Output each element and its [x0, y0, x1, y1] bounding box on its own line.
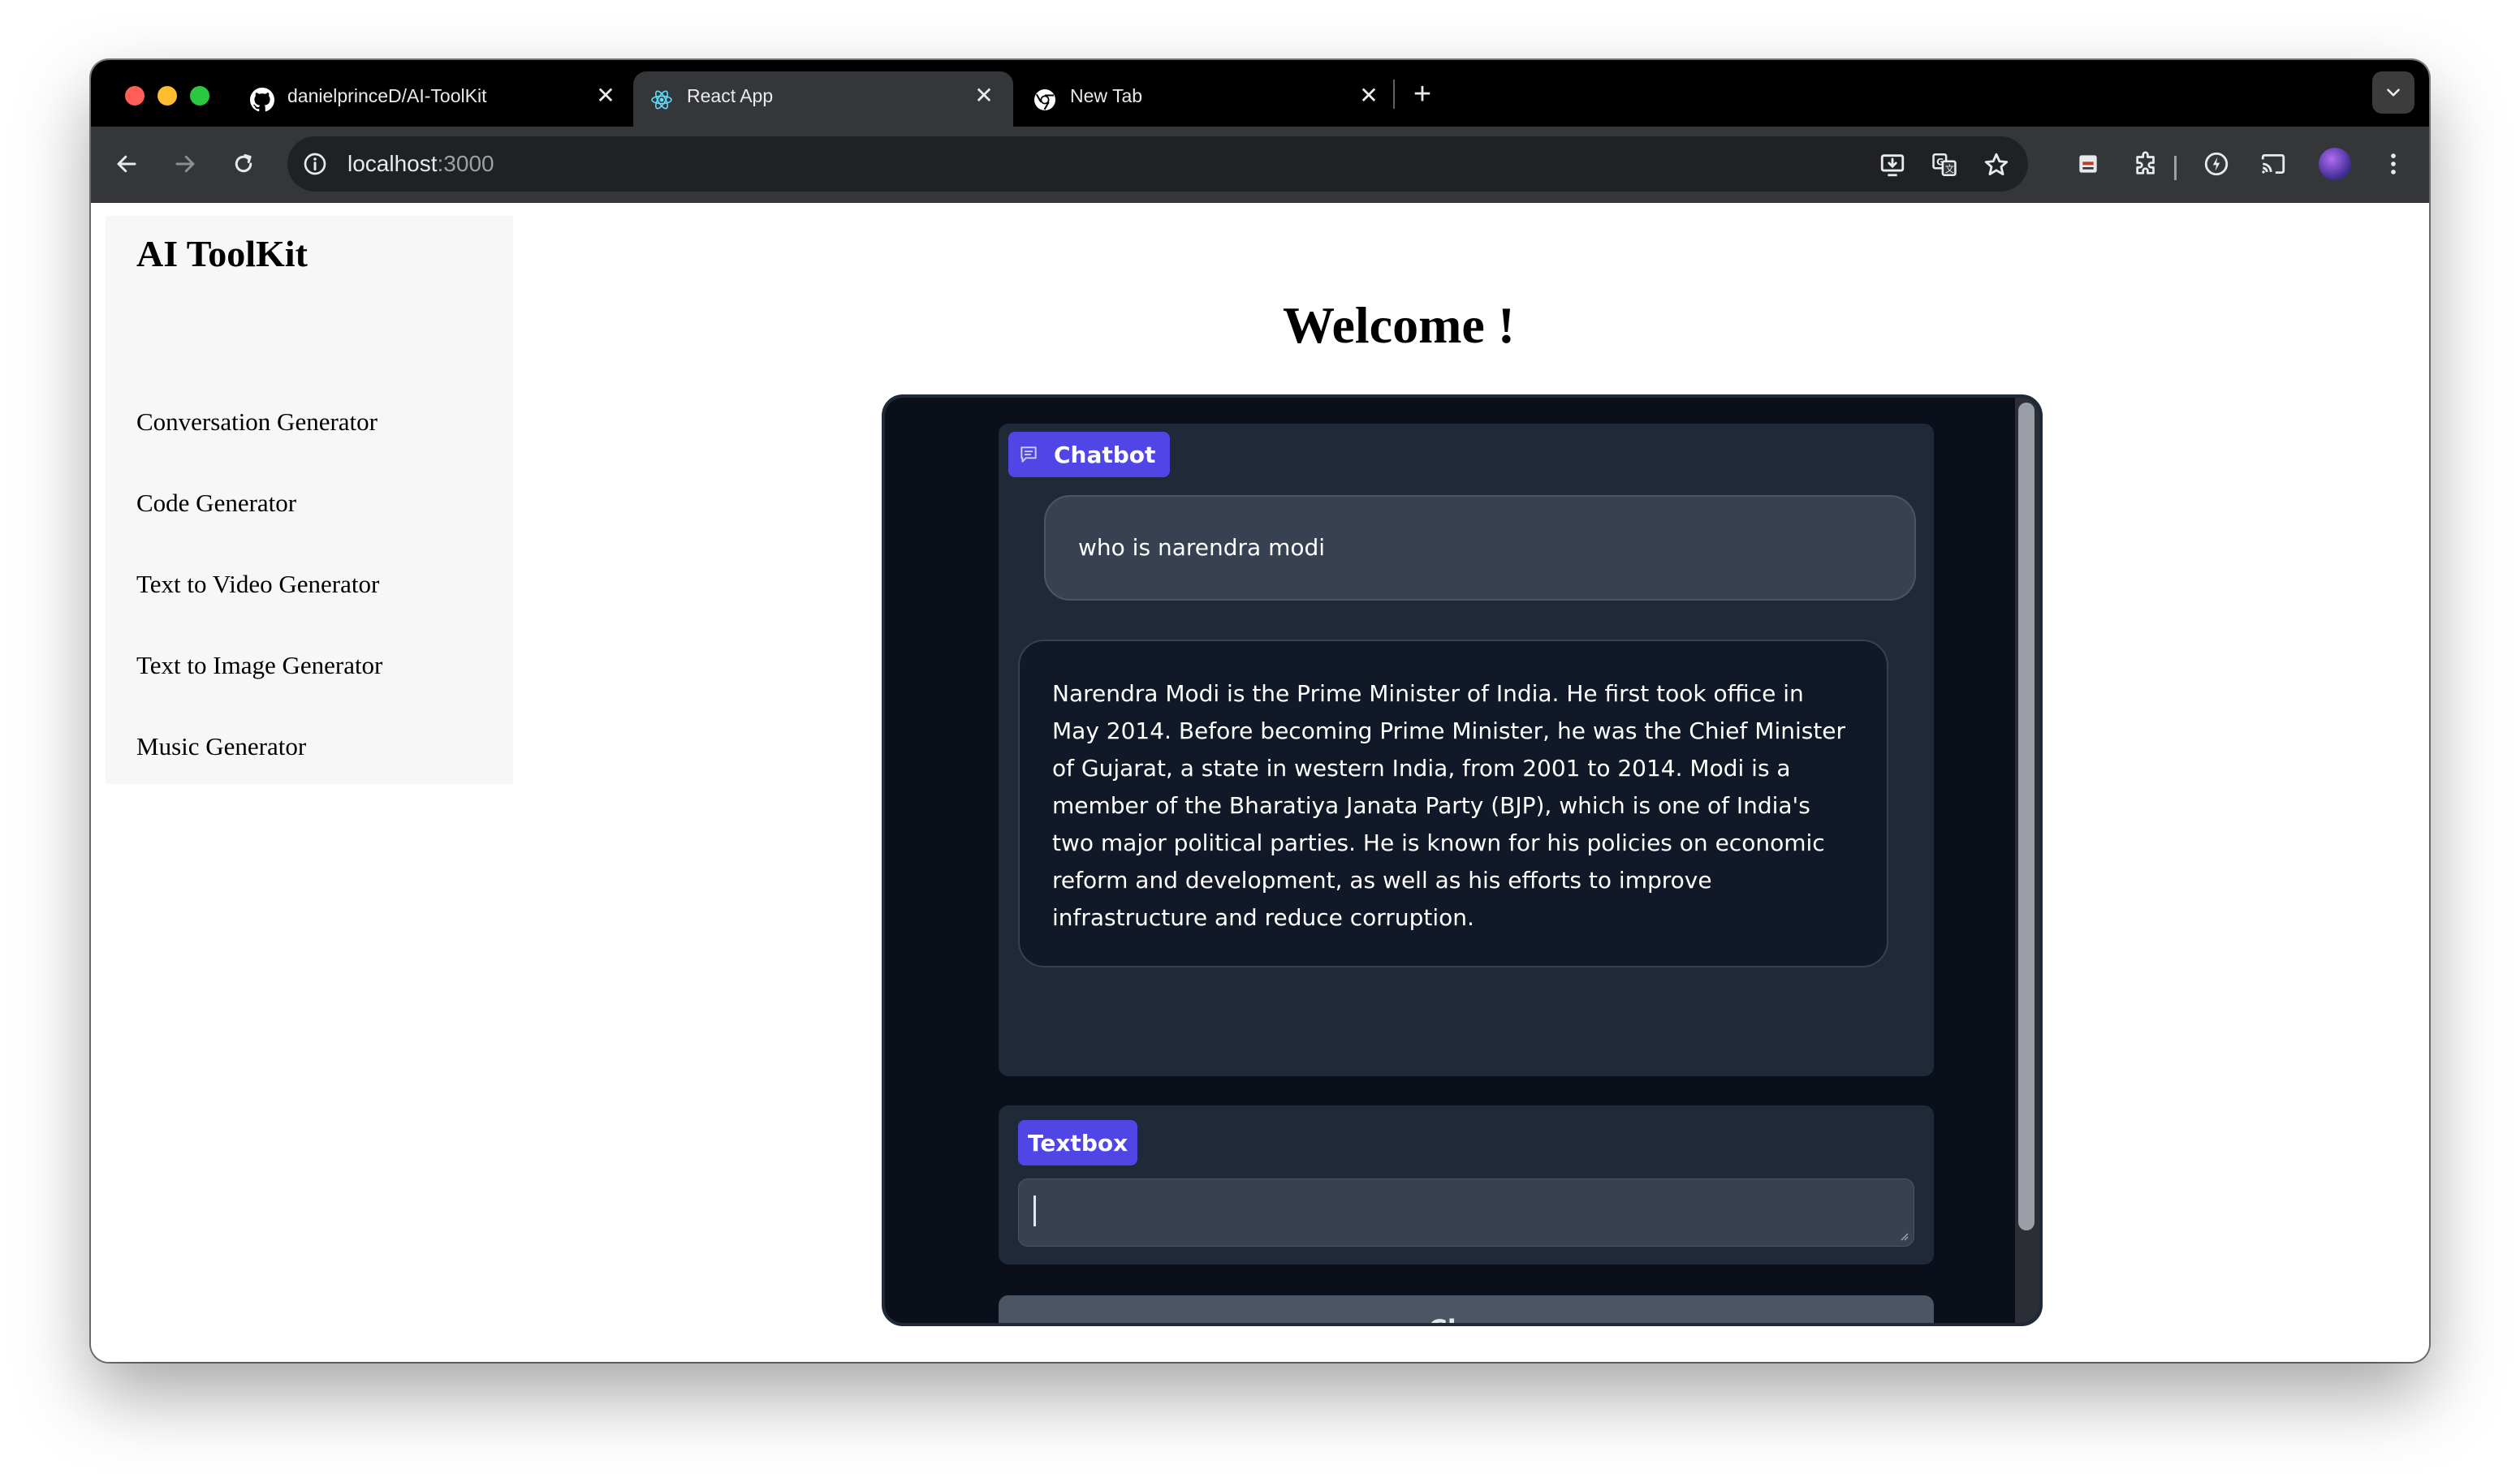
- chat-bubble-icon: [1018, 442, 1042, 467]
- arrow-right-icon: [175, 155, 195, 173]
- more-menu-icon[interactable]: [2379, 149, 2408, 179]
- tab-github[interactable]: danielprinceD/AI-ToolKit ✕: [234, 71, 635, 127]
- chatbot-label-text: Chatbot: [1054, 441, 1156, 468]
- tab-react-app[interactable]: React App ✕: [633, 71, 1013, 127]
- translate-icon[interactable]: G文: [1931, 151, 1958, 179]
- url-host: localhost: [347, 151, 438, 176]
- svg-text:文: 文: [1945, 163, 1954, 174]
- browser-toolbar: localhost:3000 G文: [91, 127, 2429, 203]
- tab-search-button[interactable]: [2372, 71, 2414, 114]
- cast-icon[interactable]: [2259, 149, 2288, 179]
- close-tab-icon[interactable]: ✕: [1357, 84, 1380, 107]
- bot-message: Narendra Modi is the Prime Minister of I…: [1018, 640, 1888, 967]
- text-caret: [1033, 1196, 1036, 1226]
- performance-icon[interactable]: [2202, 149, 2231, 179]
- extension-icon[interactable]: [2073, 149, 2103, 179]
- url-port: :3000: [437, 151, 494, 176]
- sidebar: AI ToolKit Conversation Generator Code G…: [106, 216, 513, 784]
- app-scrollbar[interactable]: [2015, 398, 2039, 1323]
- github-icon: [250, 88, 274, 112]
- reload-icon: [235, 153, 252, 173]
- sidebar-item-text-to-image-generator[interactable]: Text to Image Generator: [136, 651, 382, 680]
- sidebar-item-conversation-generator[interactable]: Conversation Generator: [136, 407, 378, 437]
- page-title: Welcome !: [1283, 296, 1516, 354]
- sidebar-item-music-generator[interactable]: Music Generator: [136, 732, 306, 761]
- maximize-window-button[interactable]: [190, 86, 209, 106]
- textbox-label: Textbox: [1018, 1120, 1138, 1165]
- gradio-app: Chatbot who is narendra modi Narendra Mo…: [882, 394, 2043, 1326]
- tab-strip: danielprinceD/AI-ToolKit ✕ React App ✕ N…: [91, 60, 2429, 127]
- tab-title: danielprinceD/AI-ToolKit: [287, 85, 487, 106]
- chevron-down-icon: [2387, 88, 2400, 97]
- tab-title: React App: [687, 85, 774, 106]
- forward-button[interactable]: [166, 144, 205, 183]
- minimize-window-button[interactable]: [158, 86, 177, 106]
- textbox-panel: Textbox: [999, 1105, 1934, 1264]
- puzzle-icon[interactable]: [2132, 149, 2161, 179]
- bookmark-star-icon[interactable]: [1983, 151, 2010, 179]
- profile-avatar[interactable]: [2319, 148, 2351, 180]
- sidebar-item-text-to-video-generator[interactable]: Text to Video Generator: [136, 570, 379, 599]
- url-text: localhost:3000: [347, 136, 494, 192]
- tab-new-tab[interactable]: New Tab ✕: [1016, 71, 1398, 127]
- clear-button[interactable]: Clear: [999, 1295, 1934, 1323]
- close-window-button[interactable]: [125, 86, 145, 106]
- site-info-icon[interactable]: [302, 151, 328, 177]
- tab-separator: [1393, 80, 1395, 109]
- address-bar[interactable]: localhost:3000 G文: [287, 136, 2028, 192]
- brand-title: AI ToolKit: [136, 233, 308, 274]
- chrome-icon: [1033, 88, 1057, 112]
- sidebar-item-code-generator[interactable]: Code Generator: [136, 489, 296, 518]
- arrow-left-icon: [117, 155, 136, 173]
- new-tab-button[interactable]: +: [1406, 79, 1439, 112]
- user-message: who is narendra modi: [1044, 495, 1916, 601]
- reload-button[interactable]: [224, 144, 263, 183]
- react-icon: [649, 88, 674, 112]
- chatbot-label: Chatbot: [1008, 432, 1171, 477]
- message-input[interactable]: [1018, 1178, 1914, 1247]
- install-app-icon[interactable]: [1879, 151, 1906, 179]
- tab-title: New Tab: [1070, 85, 1143, 106]
- browser-window: danielprinceD/AI-ToolKit ✕ React App ✕ N…: [91, 60, 2429, 1362]
- scrollbar-thumb[interactable]: [2018, 403, 2035, 1230]
- page-content: AI ToolKit Conversation Generator Code G…: [91, 203, 2429, 1362]
- toolbar-divider: [2174, 156, 2177, 180]
- close-tab-icon[interactable]: ✕: [594, 84, 617, 107]
- chatbot-panel: Chatbot who is narendra modi Narendra Mo…: [999, 424, 1934, 1076]
- close-tab-icon[interactable]: ✕: [973, 84, 995, 107]
- resize-handle-icon[interactable]: [1897, 1230, 1909, 1241]
- back-button[interactable]: [107, 144, 146, 183]
